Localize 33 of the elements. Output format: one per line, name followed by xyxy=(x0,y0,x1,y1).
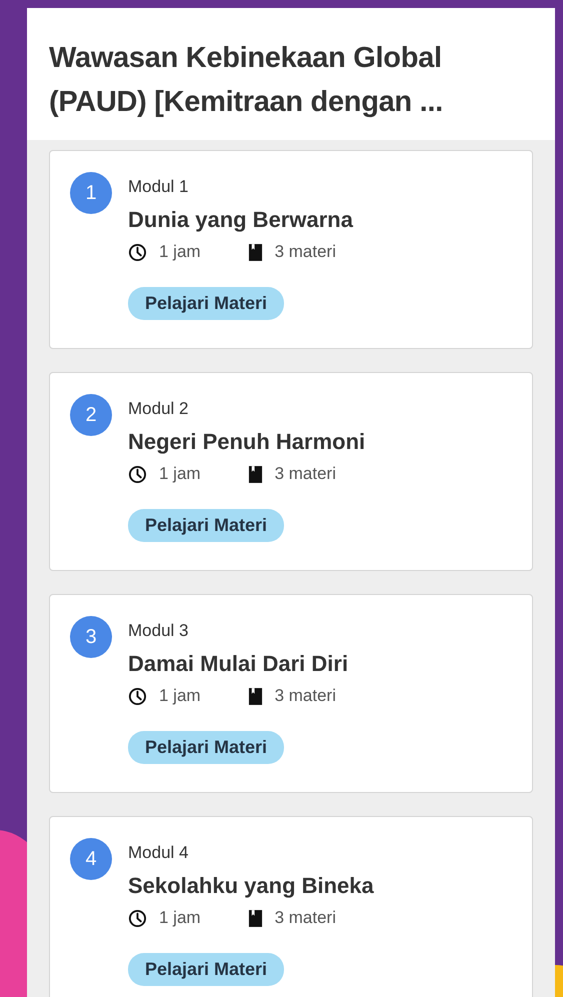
module-label: Modul 2 xyxy=(128,399,188,419)
module-number-badge: 4 xyxy=(70,838,112,880)
duration-text: 1 jam xyxy=(159,242,201,262)
course-title: Wawasan Kebinekaan Global (PAUD) [Kemitraan dengan ... xyxy=(49,41,444,120)
book-icon xyxy=(248,908,263,928)
materials-count: 3 materi xyxy=(274,464,336,484)
materials-count: 3 materi xyxy=(274,686,336,706)
module-label: Modul 1 xyxy=(128,177,188,197)
clock-icon xyxy=(128,242,147,262)
study-material-button[interactable]: Pelajari Materi xyxy=(128,953,284,986)
module-title: Damai Mulai Dari Diri xyxy=(128,651,348,677)
clock-icon xyxy=(128,686,147,706)
module-number-badge: 1 xyxy=(70,172,112,214)
materials-count: 3 materi xyxy=(274,908,336,928)
clock-icon xyxy=(128,464,147,484)
module-number-badge: 3 xyxy=(70,616,112,658)
book-icon xyxy=(248,686,263,706)
module-number-badge: 2 xyxy=(70,394,112,436)
module-title: Sekolahku yang Bineka xyxy=(128,873,374,899)
clock-icon xyxy=(128,908,147,928)
book-icon xyxy=(248,464,263,484)
materials-count: 3 materi xyxy=(274,242,336,262)
study-material-button[interactable]: Pelajari Materi xyxy=(128,731,284,764)
module-label: Modul 3 xyxy=(128,621,188,641)
book-icon xyxy=(248,242,263,262)
duration-text: 1 jam xyxy=(159,908,201,928)
study-material-button[interactable]: Pelajari Materi xyxy=(128,287,284,320)
study-material-button[interactable]: Pelajari Materi xyxy=(128,509,284,542)
module-title: Dunia yang Berwarna xyxy=(128,207,353,233)
duration-text: 1 jam xyxy=(159,464,201,484)
duration-text: 1 jam xyxy=(159,686,201,706)
module-label: Modul 4 xyxy=(128,843,188,863)
module-title: Negeri Penuh Harmoni xyxy=(128,429,366,455)
